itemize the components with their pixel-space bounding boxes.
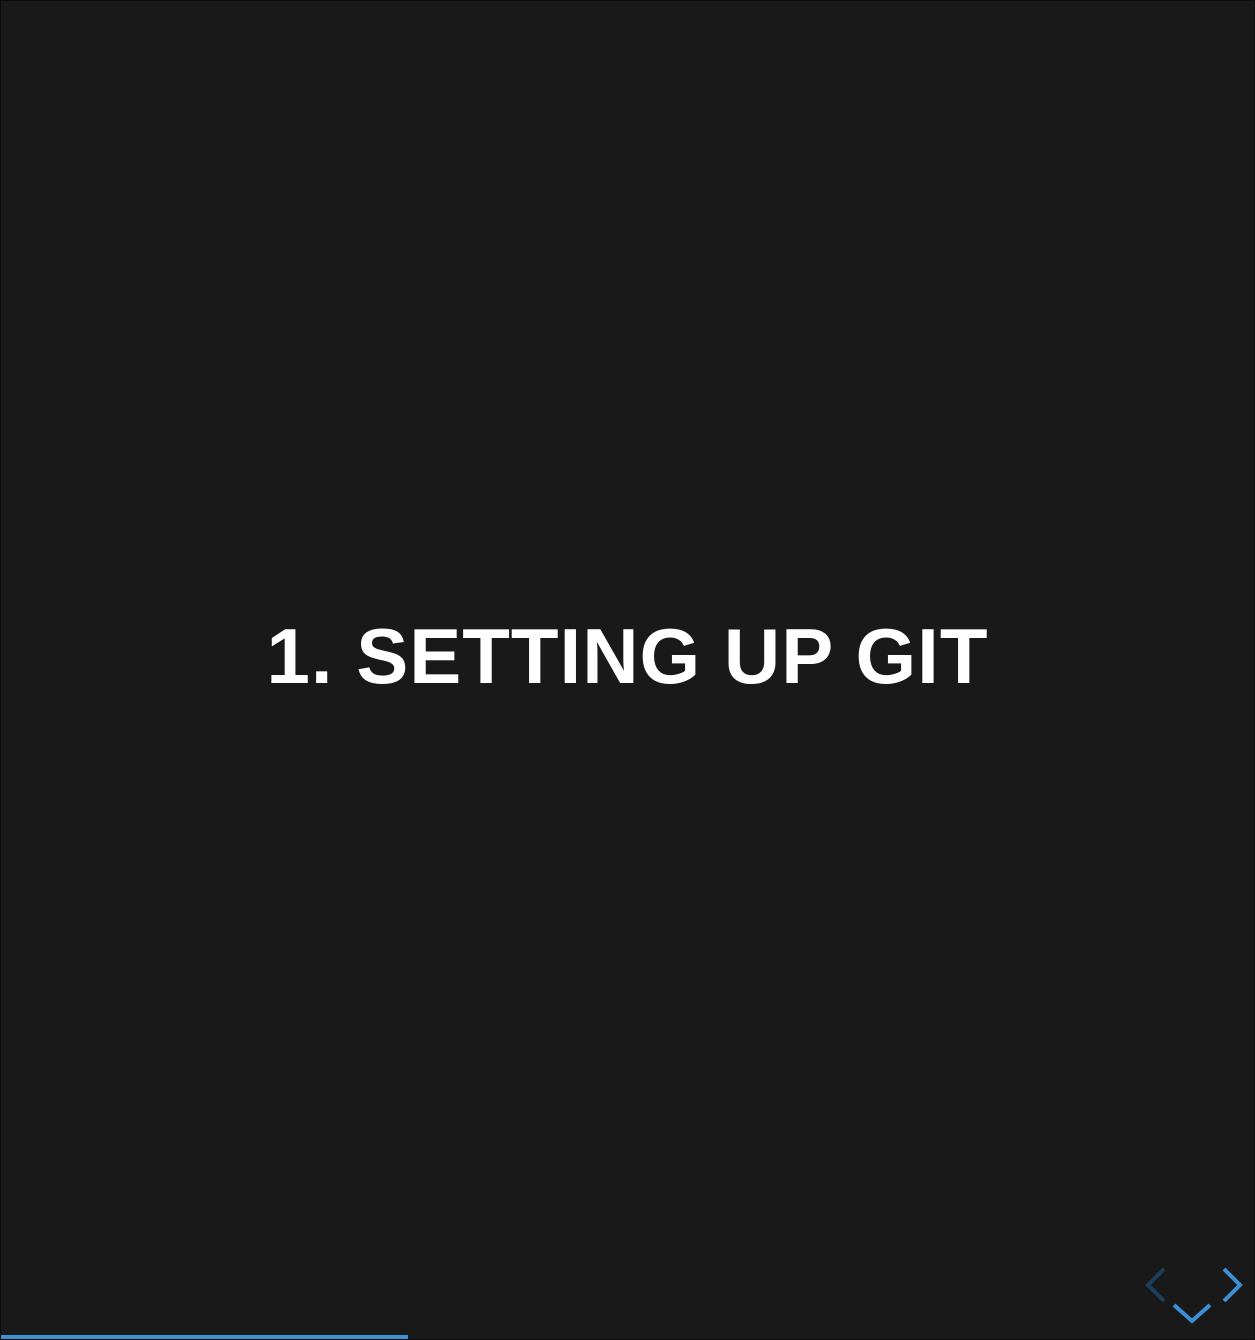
progress-bar	[1, 1335, 1254, 1339]
slide-title: 1. SETTING UP GIT	[266, 612, 989, 700]
chevron-left-icon	[1145, 1267, 1166, 1303]
chevron-down-icon	[1172, 1303, 1212, 1324]
navigation-controls	[1144, 1247, 1244, 1327]
presentation-viewport: 1. SETTING UP GIT	[0, 0, 1255, 1340]
prev-slide-button[interactable]	[1144, 1267, 1168, 1303]
progress-bar-fill	[1, 1335, 409, 1339]
chevron-right-icon	[1222, 1267, 1243, 1303]
next-slide-button[interactable]	[1220, 1267, 1244, 1303]
down-slide-button[interactable]	[1172, 1301, 1212, 1325]
